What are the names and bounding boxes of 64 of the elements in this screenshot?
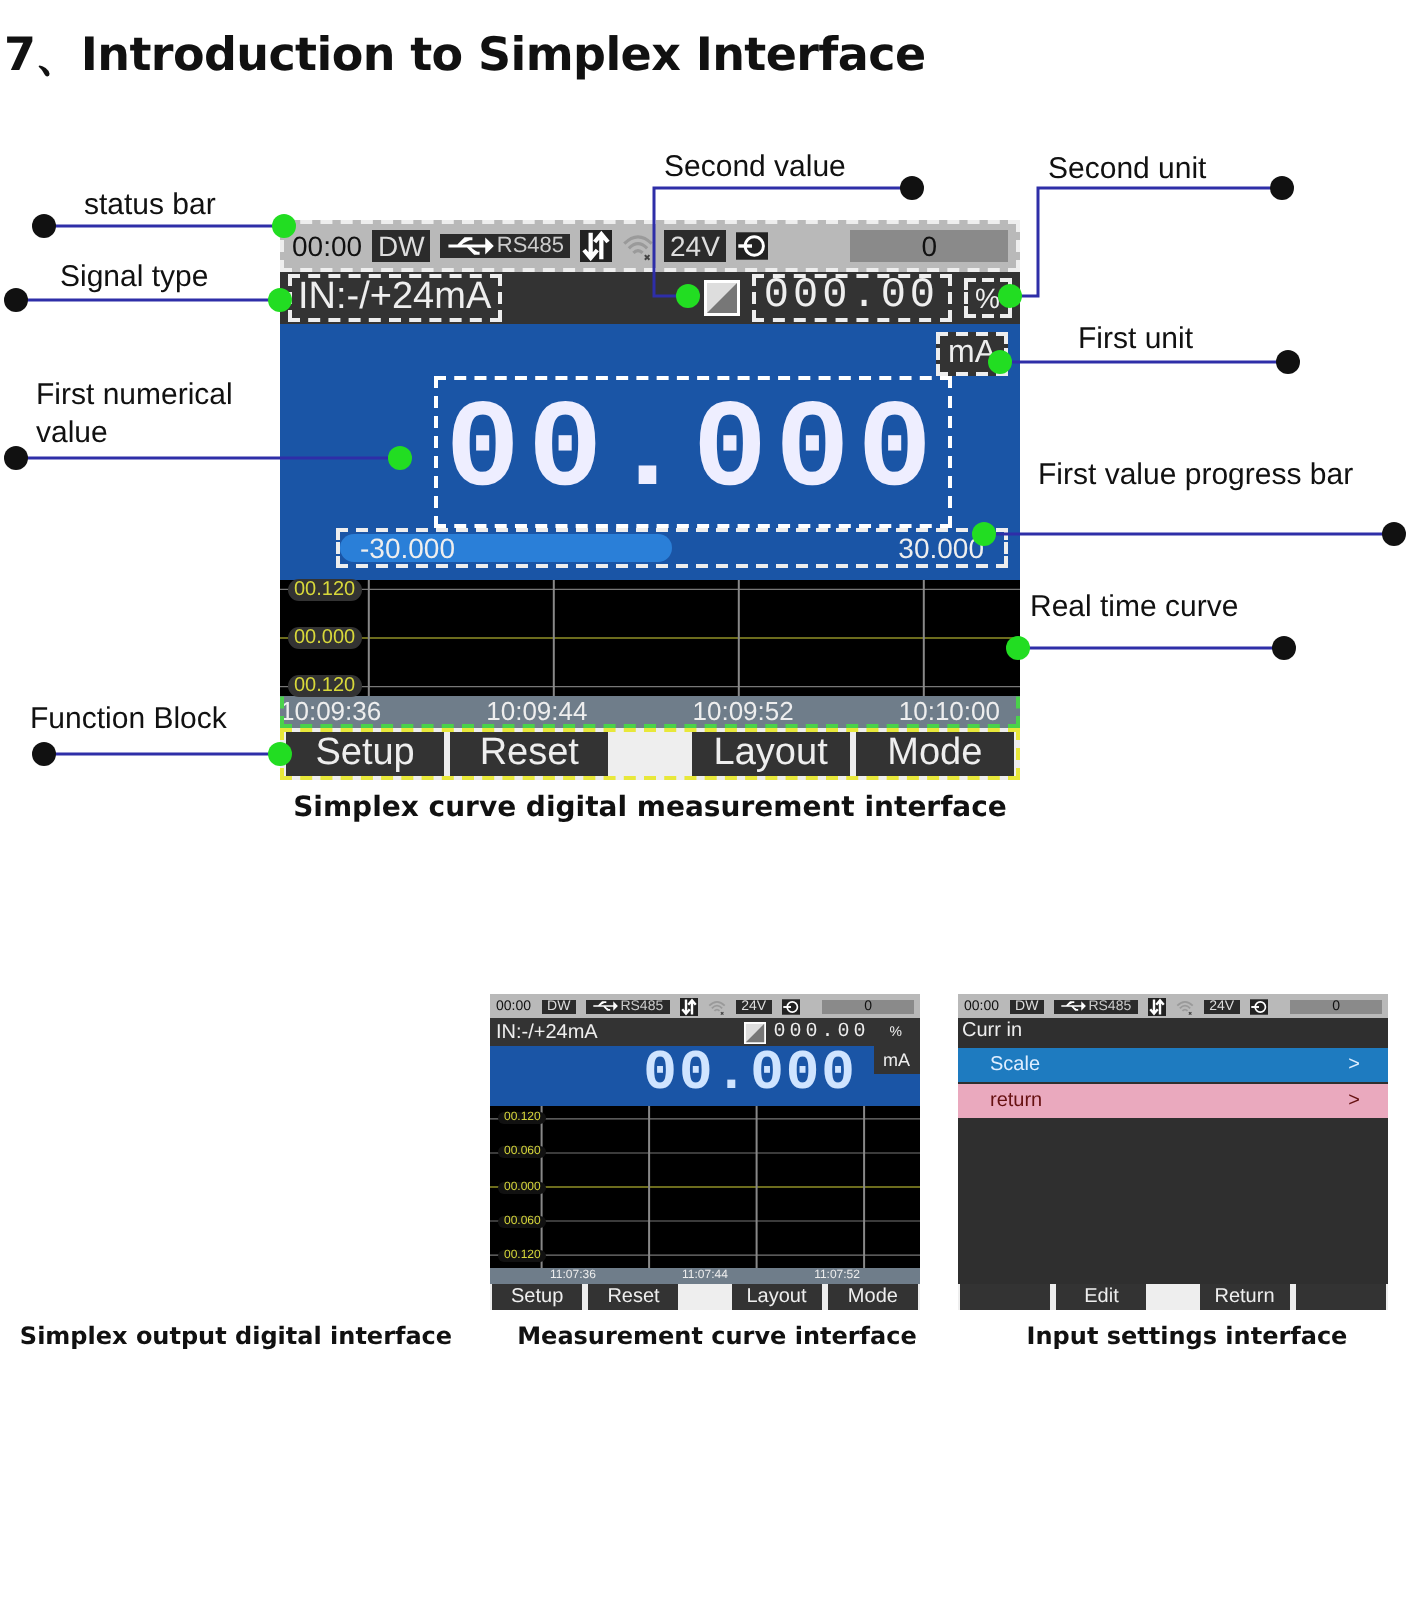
menu-title: Curr in: [960, 1018, 1025, 1046]
axis-tick-label: 10:09:52: [692, 696, 794, 728]
chevron-glyph: >: [1348, 1054, 1360, 1076]
figure-caption: Simplex output digital interface: [19, 1322, 453, 1350]
figure-caption: Simplex curve digital measurement interface: [291, 792, 1009, 824]
callout-label: First numerical value: [36, 376, 235, 452]
arrows-icon: [679, 997, 698, 1015]
range-min: -30.000: [358, 532, 457, 564]
callout-label: Second unit: [1048, 150, 1207, 188]
first-value: 00.000: [643, 1046, 857, 1106]
menu-item[interactable]: Scale >: [958, 1048, 1388, 1082]
callout-label: First value progress bar: [1038, 456, 1356, 494]
function-button[interactable]: Reset: [450, 732, 609, 776]
axis-tick-label: 10:10:00: [898, 696, 1000, 728]
chevron-glyph: >: [1348, 1090, 1360, 1112]
callout-label: Signal type: [60, 258, 209, 296]
callout-label: First unit: [1078, 320, 1194, 358]
menu-item-label: return: [990, 1090, 1043, 1112]
callout-label: Real time curve: [1030, 588, 1239, 626]
wifi-icon: [707, 997, 726, 1015]
function-button[interactable]: Edit: [1056, 1284, 1147, 1310]
first-value: 00.000: [433, 376, 952, 528]
function-button[interactable]: Mode: [827, 1284, 919, 1310]
function-button[interactable]: Layout: [731, 1284, 822, 1310]
arrows-icon: [1147, 997, 1166, 1015]
clock-time: 00:00: [292, 230, 363, 262]
axis-tick-label: 10:09:44: [486, 696, 588, 728]
usb-icon: [446, 236, 495, 256]
range-max: 30.000: [896, 532, 986, 564]
counter-value: 0: [850, 230, 1008, 262]
arrows-icon: [580, 230, 613, 262]
wifi-icon: [1175, 997, 1194, 1015]
first-unit: mA: [873, 1046, 920, 1074]
plug-icon: [782, 997, 801, 1015]
page-heading: 7、Introduction to Simplex Interface: [2, 28, 928, 86]
function-button[interactable]: Return: [1199, 1284, 1290, 1310]
usb-icon: [1060, 1000, 1087, 1012]
axis-tick-label: 10:09:36: [280, 696, 382, 728]
function-button[interactable]: Setup: [286, 732, 445, 776]
callout-label: Second value: [664, 148, 846, 186]
function-button[interactable]: Layout: [691, 732, 850, 776]
plug-icon: [735, 230, 768, 262]
usb-icon: [592, 1000, 619, 1012]
signal-type: IN:-/+24mA: [496, 1021, 598, 1043]
axis-tick-label: 00.120: [288, 675, 362, 698]
function-button[interactable]: [1295, 1284, 1387, 1310]
figure-caption: Measurement curve interface: [517, 1322, 917, 1350]
axis-tick-label: 00.000: [288, 627, 362, 649]
menu-item[interactable]: return >: [958, 1084, 1388, 1118]
callout-label: status bar: [84, 186, 216, 224]
port-label: RS485: [496, 234, 565, 258]
ramp-icon: [743, 1021, 766, 1043]
function-button[interactable]: Reset: [588, 1284, 679, 1310]
menu-item-label: Scale: [990, 1054, 1041, 1076]
function-button[interactable]: Mode: [855, 732, 1014, 776]
mode-badge: DW: [372, 230, 431, 262]
second-value: 000.00: [773, 1021, 870, 1043]
callout-label: Function Block: [30, 700, 227, 738]
ramp-icon: [703, 280, 740, 316]
wifi-icon: [622, 230, 655, 262]
plug-icon: [1250, 997, 1269, 1015]
voltage-badge: 24V: [664, 230, 726, 262]
figure-caption: Input settings interface: [1026, 1322, 1348, 1350]
function-button[interactable]: Setup: [492, 1284, 583, 1310]
